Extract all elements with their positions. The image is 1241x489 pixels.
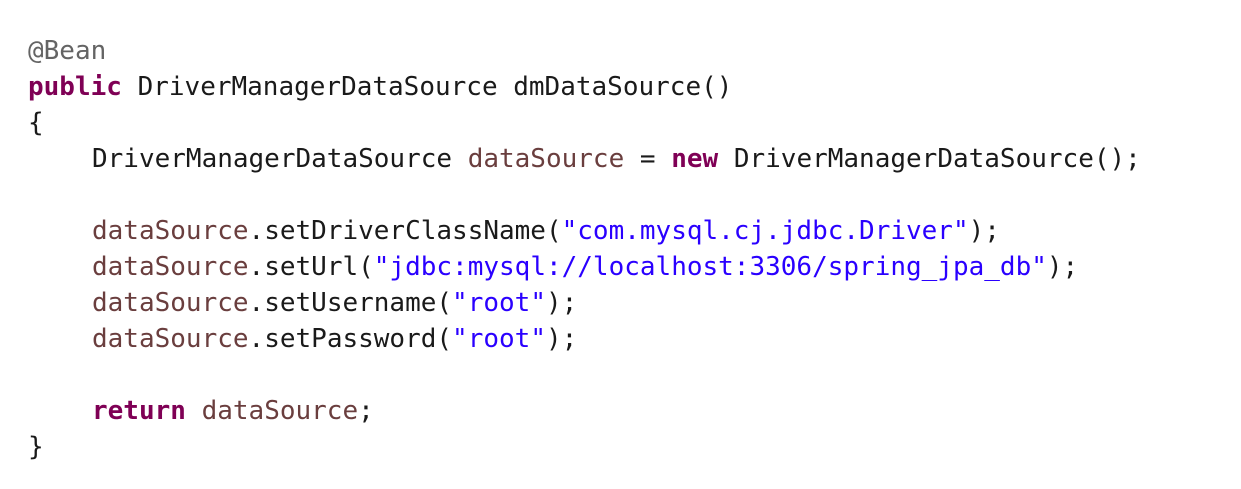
- bean-annotation: @Bean: [28, 36, 107, 66]
- method-signature: DriverManagerDataSource dmDataSource(): [121, 72, 733, 102]
- code-line-set-username: dataSource.setUsername("root");: [28, 285, 1241, 321]
- username-string: "root": [452, 288, 546, 318]
- code-line-set-driver: dataSource.setDriverClassName("com.mysql…: [28, 213, 1241, 249]
- return-keyword: return: [92, 396, 186, 426]
- datasource-variable: dataSource: [92, 216, 249, 246]
- public-keyword: public: [28, 72, 122, 102]
- code-line-set-password: dataSource.setPassword("root");: [28, 321, 1241, 357]
- password-string: "root": [452, 324, 546, 354]
- code-line-method-signature: public DriverManagerDataSource dmDataSou…: [28, 69, 1241, 105]
- call-end: );: [968, 216, 1000, 246]
- code-line-annotation: @Bean: [28, 33, 1241, 69]
- code-line-close-brace: }: [28, 429, 1241, 465]
- datasource-variable: dataSource: [92, 252, 249, 282]
- declaration-assign: =: [624, 144, 672, 174]
- code-line-return: return dataSource;: [28, 393, 1241, 429]
- call-end: );: [545, 324, 578, 354]
- semicolon: ;: [358, 396, 374, 426]
- open-brace: {: [28, 108, 44, 138]
- close-brace: }: [28, 432, 44, 462]
- code-line-declaration: DriverManagerDataSource dataSource = new…: [28, 141, 1241, 177]
- driver-string: "com.mysql.cj.jdbc.Driver": [561, 216, 969, 246]
- return-variable: dataSource: [185, 396, 359, 426]
- set-url-method: .setUrl(: [248, 252, 374, 282]
- new-keyword: new: [671, 144, 719, 174]
- code-line-set-url: dataSource.setUrl("jdbc:mysql://localhos…: [28, 249, 1241, 285]
- code-editor[interactable]: @Bean public DriverManagerDataSource dmD…: [28, 33, 1241, 489]
- set-driver-method: .setDriverClassName(: [248, 216, 562, 246]
- code-line-open-brace: {: [28, 105, 1241, 141]
- call-end: );: [1046, 252, 1079, 282]
- datasource-variable: dataSource: [92, 324, 249, 354]
- datasource-variable: dataSource: [92, 288, 249, 318]
- call-end: );: [545, 288, 578, 318]
- set-password-method: .setPassword(: [248, 324, 453, 354]
- set-username-method: .setUsername(: [248, 288, 453, 318]
- declaration-type: DriverManagerDataSource: [92, 144, 468, 174]
- declaration-variable: dataSource: [467, 144, 625, 174]
- url-string: "jdbc:mysql://localhost:3306/spring_jpa_…: [373, 252, 1047, 282]
- declaration-constructor: DriverManagerDataSource();: [718, 144, 1141, 174]
